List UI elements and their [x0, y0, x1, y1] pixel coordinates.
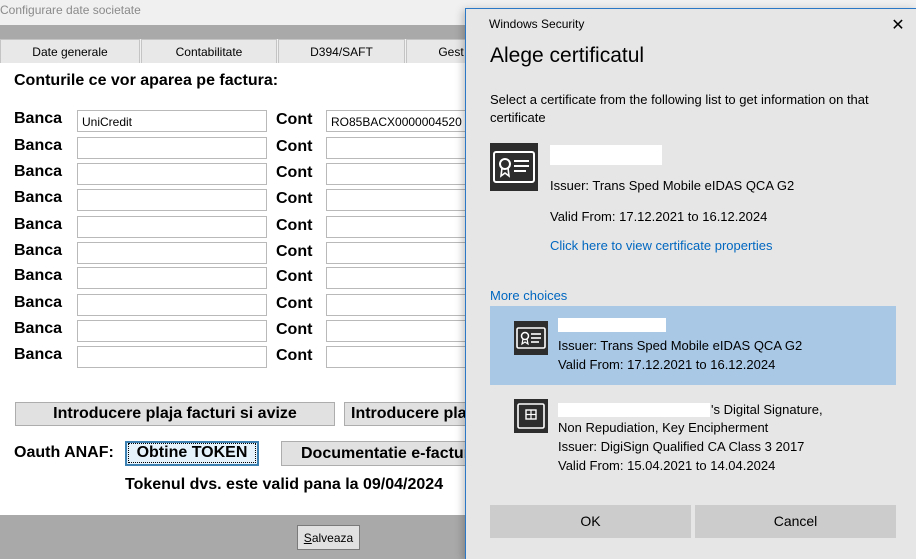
- tab-contabilitate[interactable]: Contabilitate: [141, 39, 277, 63]
- certificate-icon[interactable]: [490, 143, 538, 191]
- oauth-label: Oauth ANAF:: [14, 444, 114, 461]
- dialog-heading: Alege certificatul: [490, 44, 645, 67]
- bank-label: Banca: [14, 137, 63, 154]
- view-certificate-link[interactable]: Click here to view certificate propertie…: [550, 238, 773, 253]
- invoice-range-button[interactable]: Introducere plaja facturi si avize: [15, 402, 335, 426]
- bank-input[interactable]: [77, 216, 267, 238]
- choice-usage-2: Non Repudiation, Key Encipherment: [558, 420, 769, 435]
- account-label: Cont: [276, 164, 313, 181]
- token-status: Tokenul dvs. este valid pana la 09/04/20…: [125, 476, 444, 493]
- save-button[interactable]: Salveaza: [297, 525, 360, 550]
- account-label: Cont: [276, 295, 313, 312]
- documentation-button[interactable]: Documentatie e-factur: [281, 441, 471, 466]
- redacted-cert-name: [558, 403, 710, 417]
- account-label: Cont: [276, 243, 313, 260]
- account-input[interactable]: [326, 163, 476, 185]
- bank-input[interactable]: [77, 294, 267, 316]
- get-token-label: Obtine TOKEN: [127, 443, 257, 463]
- close-icon[interactable]: ✕: [886, 15, 910, 37]
- account-label: Cont: [276, 217, 313, 234]
- bank-input[interactable]: [77, 242, 267, 264]
- invoice-range-button-2[interactable]: Introducere pla: [344, 402, 474, 426]
- redacted-cert-name: [558, 318, 666, 332]
- save-label: alveaza: [311, 531, 354, 545]
- bank-label: Banca: [14, 110, 63, 127]
- bank-label: Banca: [14, 163, 63, 180]
- account-input[interactable]: [326, 320, 476, 342]
- smartcard-icon: [514, 399, 548, 433]
- bank-input[interactable]: [77, 189, 267, 211]
- redacted-cert-name: [550, 145, 662, 165]
- get-token-button[interactable]: Obtine TOKEN: [125, 441, 259, 466]
- ok-button[interactable]: OK: [490, 505, 691, 538]
- account-input[interactable]: [326, 216, 476, 238]
- bank-label: Banca: [14, 346, 63, 363]
- certificate-icon: [514, 321, 548, 355]
- windows-security-dialog: Windows Security ✕ Alege certificatul Se…: [465, 8, 916, 559]
- bank-label: Banca: [14, 294, 63, 311]
- account-input[interactable]: [326, 267, 476, 289]
- bank-input[interactable]: [77, 267, 267, 289]
- bank-label: Banca: [14, 189, 63, 206]
- choice-valid: Valid From: 17.12.2021 to 16.12.2024: [558, 357, 776, 372]
- account-input[interactable]: [326, 137, 476, 159]
- account-input[interactable]: [326, 346, 476, 368]
- choice-issuer: Issuer: DigiSign Qualified CA Class 3 20…: [558, 439, 805, 454]
- choice-issuer: Issuer: Trans Sped Mobile eIDAS QCA G2: [558, 338, 803, 353]
- account-label: Cont: [276, 190, 313, 207]
- window-title: Configurare date societate: [0, 3, 141, 17]
- account-label: Cont: [276, 321, 313, 338]
- cancel-button[interactable]: Cancel: [695, 505, 896, 538]
- bank-label: Banca: [14, 267, 63, 284]
- bank-input[interactable]: UniCredit: [77, 110, 267, 132]
- dialog-instruction: Select a certificate from the following …: [490, 92, 869, 125]
- cert-valid: Valid From: 17.12.2021 to 16.12.2024: [550, 209, 768, 224]
- bank-input[interactable]: [77, 346, 267, 368]
- certificate-choice[interactable]: Issuer: Trans Sped Mobile eIDAS QCA G2 V…: [490, 306, 896, 385]
- account-label: Cont: [276, 268, 313, 285]
- certificate-choice[interactable]: 's Digital Signature, Non Repudiation, K…: [490, 391, 896, 481]
- account-input[interactable]: [326, 189, 476, 211]
- choice-valid: Valid From: 15.04.2021 to 14.04.2024: [558, 458, 776, 473]
- bank-input[interactable]: [77, 163, 267, 185]
- tab-d394-saft[interactable]: D394/SAFT: [278, 39, 405, 63]
- save-accelerator: S: [303, 531, 312, 545]
- more-choices-label: More choices: [490, 288, 568, 303]
- tab-date-generale[interactable]: Date generale: [0, 39, 140, 63]
- account-label: Cont: [276, 138, 313, 155]
- account-input[interactable]: [326, 242, 476, 264]
- bank-label: Banca: [14, 320, 63, 337]
- dialog-caption: Windows Security: [489, 17, 585, 31]
- account-label: Cont: [276, 347, 313, 364]
- account-label: Cont: [276, 111, 313, 128]
- bank-input[interactable]: [77, 137, 267, 159]
- section-title: Conturile ce vor aparea pe factura:: [14, 72, 279, 89]
- bank-label: Banca: [14, 242, 63, 259]
- cert-issuer: Issuer: Trans Sped Mobile eIDAS QCA G2: [550, 178, 795, 193]
- bank-label: Banca: [14, 216, 63, 233]
- account-input[interactable]: RO85BACX0000004520: [326, 110, 476, 132]
- account-input[interactable]: [326, 294, 476, 316]
- bank-input[interactable]: [77, 320, 267, 342]
- choice-usage-1: 's Digital Signature,: [711, 402, 823, 417]
